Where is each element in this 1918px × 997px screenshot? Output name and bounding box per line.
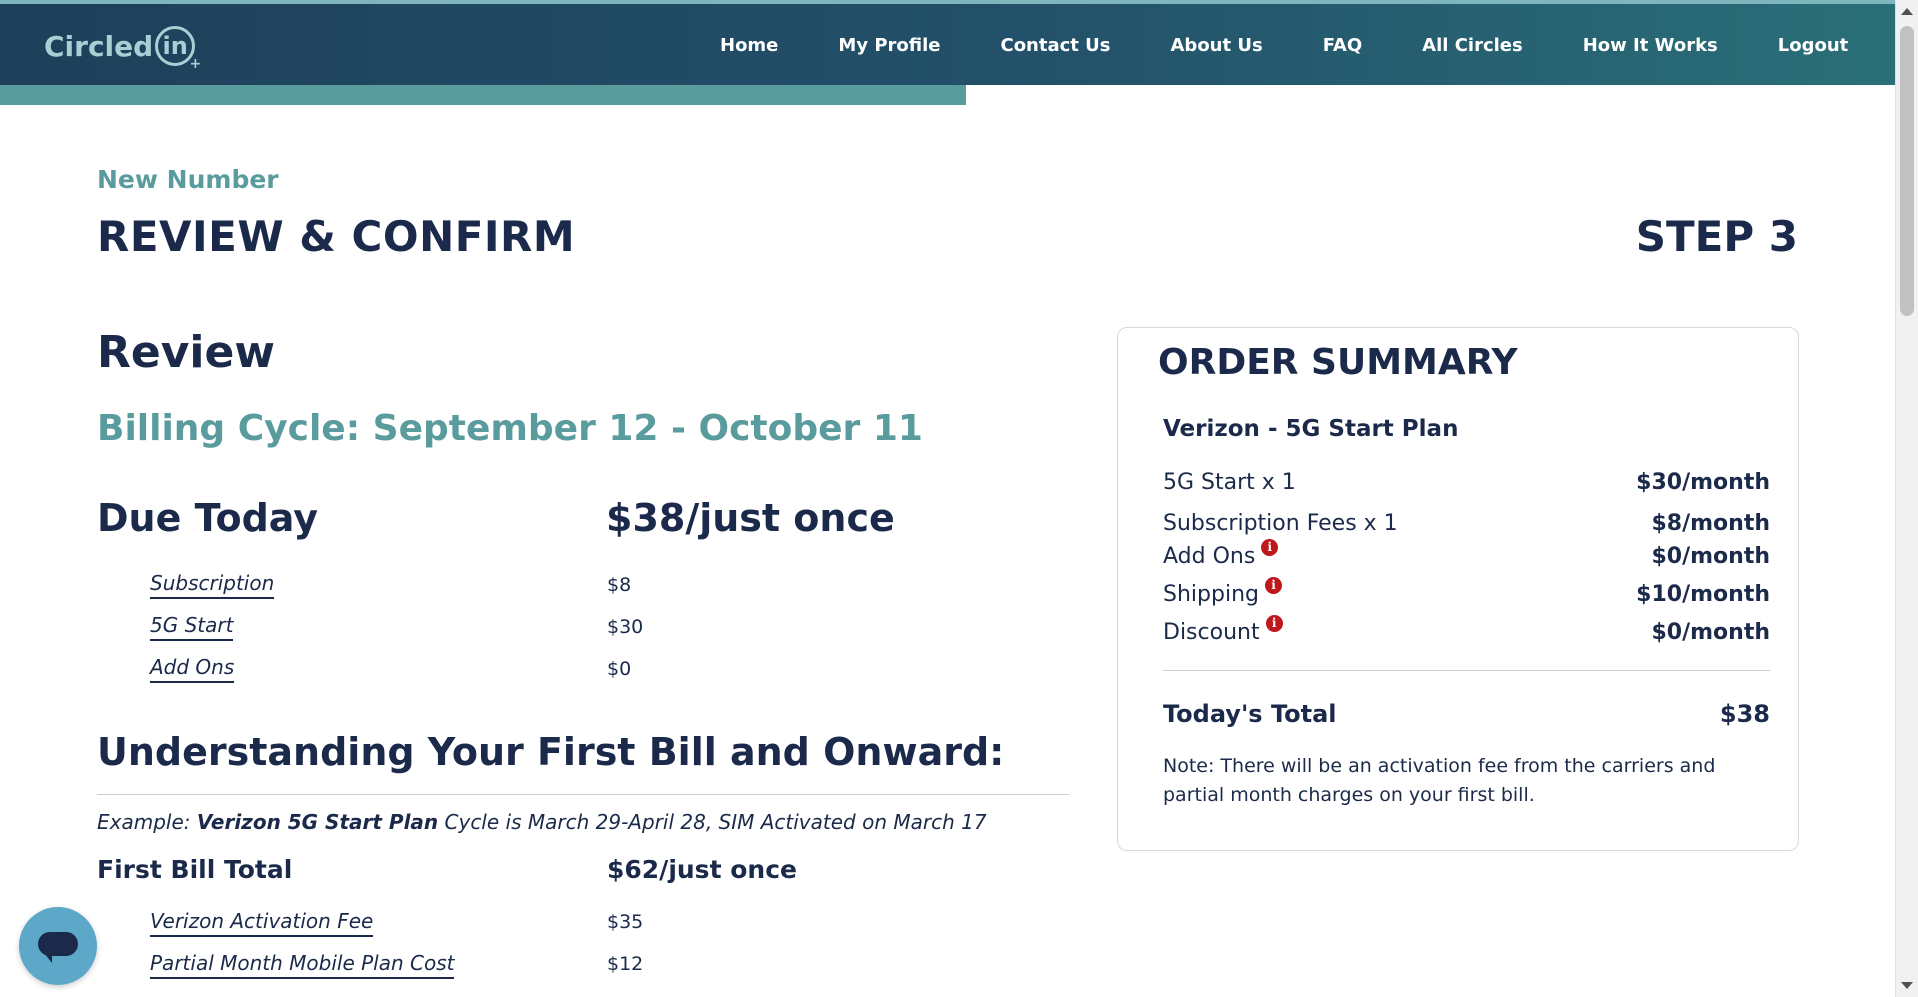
summary-row-label-wrap: Shipping i (1163, 576, 1282, 607)
first-bill-line-label[interactable]: Verizon Activation Fee (150, 909, 374, 937)
first-bill-line-value: $35 (607, 911, 644, 933)
due-line-5g-start: 5G Start (150, 613, 234, 641)
summary-total-label: Today's Total (1163, 700, 1337, 728)
first-bill-total-value: $62/just once (607, 855, 797, 884)
example-plan: Verizon 5G Start Plan (196, 810, 439, 834)
summary-row-value: $0/month (1651, 620, 1770, 645)
summary-row-value: $0/month (1651, 544, 1770, 569)
scroll-thumb[interactable] (1900, 26, 1914, 316)
info-icon[interactable]: i (1264, 576, 1282, 594)
summary-row-value: $8/month (1651, 511, 1770, 536)
summary-total: Today's Total $38 (1163, 700, 1770, 728)
logo-text: Circled (44, 29, 154, 63)
summary-row: Subscription Fees x 1 $8/month (1163, 511, 1770, 536)
summary-row-value: $10/month (1636, 582, 1770, 607)
first-bill-heading: Understanding Your First Bill and Onward… (97, 730, 1005, 774)
due-line-subscription: Subscription (150, 571, 275, 599)
nav-item-contact-us[interactable]: Contact Us (1000, 35, 1110, 56)
due-today-value: $38/just once (606, 496, 895, 540)
summary-plan-name: Verizon - 5G Start Plan (1163, 416, 1459, 442)
summary-row-label-wrap: Add Ons i (1163, 538, 1279, 569)
chat-button[interactable] (19, 907, 97, 985)
summary-note: Note: There will be an activation fee fr… (1163, 755, 1716, 806)
first-bill-line-activation: Verizon Activation Fee (150, 909, 374, 937)
summary-row-label-wrap: Discount i (1163, 614, 1283, 645)
top-navbar: Circled in Home My Profile Contact Us About… (0, 0, 1895, 85)
due-line-value: $8 (607, 574, 632, 596)
summary-row-label: Discount (1163, 620, 1260, 645)
due-line-add-ons: Add Ons (150, 655, 235, 683)
divider (97, 794, 1069, 795)
summary-row: Add Ons i $0/month (1163, 538, 1770, 569)
due-line-value: $0 (607, 658, 632, 680)
scroll-down-arrow-icon[interactable] (1901, 982, 1913, 989)
due-today-label: Due Today (97, 496, 319, 540)
info-icon[interactable]: i (1265, 614, 1283, 632)
info-icon[interactable]: i (1261, 538, 1279, 556)
first-bill-line-value: $12 (607, 953, 644, 975)
review-heading: Review (97, 327, 275, 378)
summary-row-label: Shipping (1163, 582, 1259, 607)
nav-item-all-circles[interactable]: All Circles (1422, 35, 1523, 56)
example-prefix: Example: (97, 810, 197, 834)
order-summary-title: ORDER SUMMARY (1158, 342, 1518, 383)
example-suffix: Cycle is March 29-April 28, SIM Activate… (438, 810, 987, 834)
due-line-label[interactable]: Subscription (150, 571, 275, 599)
nav-item-about-us[interactable]: About Us (1171, 35, 1263, 56)
summary-divider (1163, 670, 1770, 671)
chat-bubble-icon (38, 932, 78, 963)
summary-row: Discount i $0/month (1163, 614, 1770, 645)
summary-row-label: Add Ons (1163, 544, 1256, 569)
page-scrollbar[interactable] (1895, 0, 1918, 997)
summary-row: Shipping i $10/month (1163, 576, 1770, 607)
page-subtitle: New Number (97, 165, 279, 194)
order-summary-card: ORDER SUMMARY Verizon - 5G Start Plan 5G… (1117, 327, 1799, 851)
progress-bar (0, 85, 967, 105)
summary-row-value: $30/month (1636, 470, 1770, 495)
nav-item-home[interactable]: Home (720, 35, 778, 56)
page-title: REVIEW & CONFIRM (97, 212, 576, 261)
summary-row-label: Subscription Fees x 1 (1163, 511, 1398, 536)
progress-track (0, 85, 1895, 105)
first-bill-example: Example: Verizon 5G Start Plan Cycle is … (97, 810, 987, 834)
due-line-label[interactable]: Add Ons (150, 655, 235, 683)
due-line-label[interactable]: 5G Start (150, 613, 234, 641)
due-line-value: $30 (607, 616, 644, 638)
first-bill-total-label: First Bill Total (97, 855, 293, 884)
first-bill-line-partial: Partial Month Mobile Plan Cost (150, 951, 455, 979)
nav-item-my-profile[interactable]: My Profile (838, 35, 940, 56)
summary-row: 5G Start x 1 $30/month (1163, 470, 1770, 495)
first-bill-line-label[interactable]: Partial Month Mobile Plan Cost (150, 951, 455, 979)
step-indicator: STEP 3 (1635, 212, 1798, 261)
summary-row-label: 5G Start x 1 (1163, 470, 1296, 495)
circledin-logo[interactable]: Circled in (44, 26, 201, 72)
scroll-up-arrow-icon[interactable] (1901, 8, 1913, 15)
logo-circle: in (155, 26, 201, 72)
nav-menu: Home My Profile Contact Us About Us FAQ All C… (720, 4, 1848, 86)
nav-item-how-it-works[interactable]: How It Works (1583, 35, 1718, 56)
nav-item-faq[interactable]: FAQ (1323, 35, 1362, 56)
nav-item-logout[interactable]: Logout (1778, 35, 1849, 56)
billing-cycle: Billing Cycle: September 12 - October 11 (97, 408, 923, 449)
summary-total-value: $38 (1719, 700, 1770, 728)
